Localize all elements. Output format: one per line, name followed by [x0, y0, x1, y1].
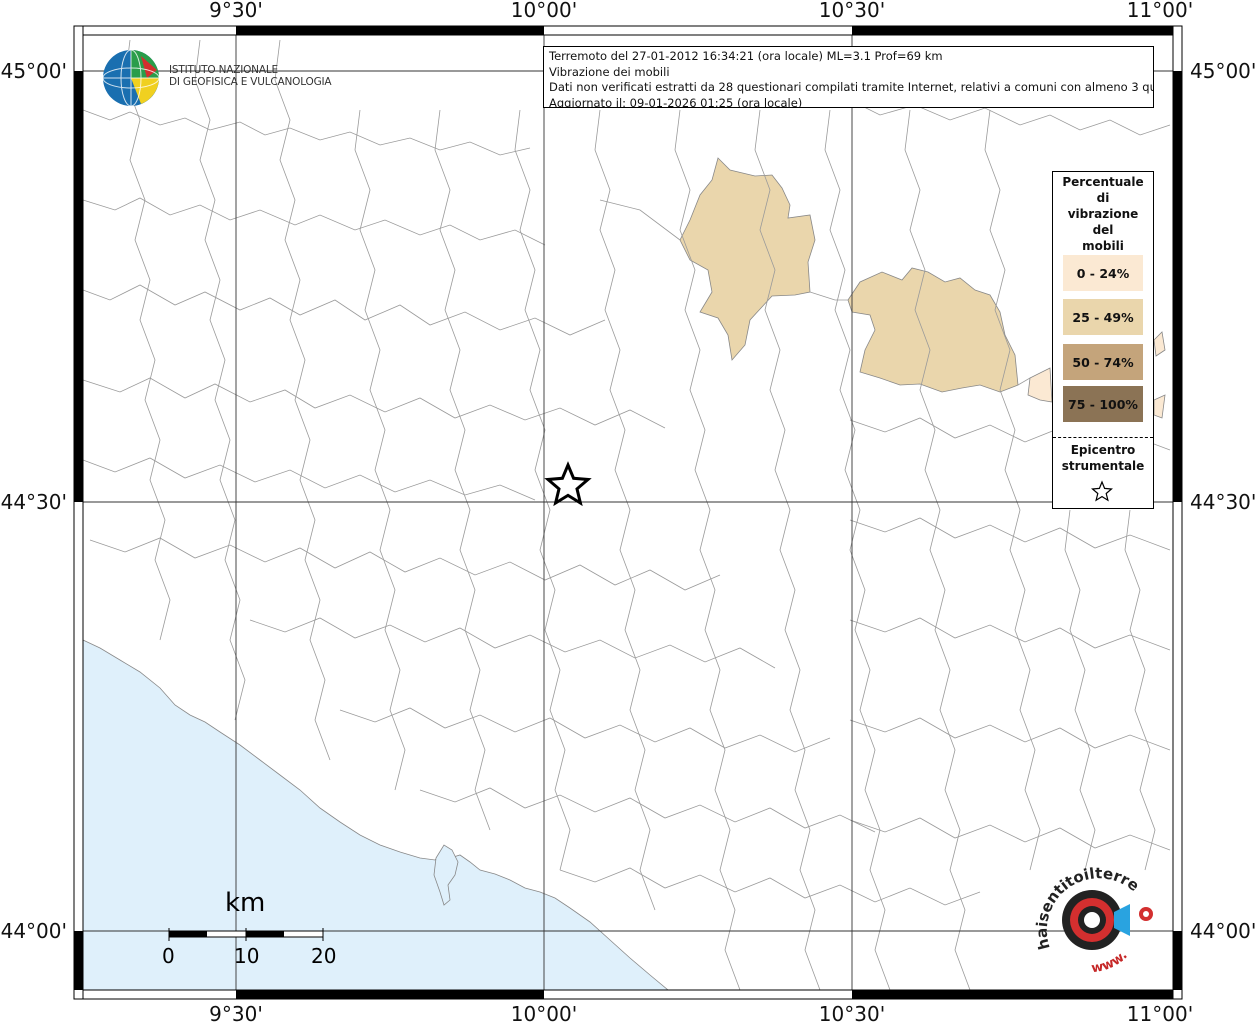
lon-label-bottom-1000: 10°00': [511, 1002, 577, 1024]
haisentito-logo-www: www.: [1090, 948, 1130, 976]
lon-label-bottom-930: 9°30': [209, 1002, 263, 1024]
legend-epicenter-line2: strumentale: [1061, 459, 1145, 473]
legend-title-line4: del: [1092, 223, 1114, 237]
lat-label-left-4400: 44°00': [1, 919, 67, 943]
legend-epicenter-title: Epicentro strumentale: [1053, 442, 1153, 474]
legend-class-0-24: 0 - 24%: [1063, 255, 1143, 291]
ingv-globe-icon: [102, 49, 160, 107]
legend-title-line3: vibrazione: [1067, 207, 1139, 221]
legend-class-50-74: 50 - 74%: [1063, 344, 1143, 380]
event-info-box: Terremoto del 27-01-2012 16:34:21 (ora l…: [543, 46, 1154, 108]
event-info-line2: Vibrazione dei mobili: [549, 64, 670, 79]
lon-label-top-1030: 10°30': [819, 0, 885, 22]
legend-separator: [1053, 437, 1153, 438]
legend-class-25-49: 25 - 49%: [1063, 299, 1143, 335]
legend-title-line2: di: [1096, 191, 1110, 205]
ingv-logo: ISTITUTO NAZIONALE DI GEOFISICA E VULCAN…: [101, 48, 332, 110]
haisentito-logo-icon: haisentitoilterremoto.it www.: [1022, 846, 1153, 976]
legend-class-label: 0 - 24%: [1076, 265, 1130, 281]
ingv-logo-text: ISTITUTO NAZIONALE DI GEOFISICA E VULCAN…: [169, 64, 332, 88]
haisentito-logo: haisentitoilterremoto.it www.: [1022, 846, 1160, 980]
legend-epicenter-line1: Epicentro: [1070, 443, 1136, 457]
scale-tick-0: 0: [162, 944, 175, 968]
scale-tick-10: 10: [234, 944, 260, 968]
legend-class-label: 25 - 49%: [1072, 309, 1134, 325]
ingv-logo-line1: ISTITUTO NAZIONALE: [169, 64, 278, 76]
scale-unit-label: km: [225, 888, 266, 918]
lat-label-right-4500: 45°00': [1190, 59, 1255, 83]
lon-label-bottom-1030: 10°30': [819, 1002, 885, 1024]
lon-label-top-930: 9°30': [209, 0, 263, 22]
legend-class-75-100: 75 - 100%: [1063, 386, 1143, 422]
lat-label-left-4430: 44°30': [1, 490, 67, 514]
svg-text:www.: www.: [1090, 948, 1130, 976]
legend-title: Percentuale di vibrazione del mobili: [1053, 174, 1153, 254]
lat-label-left-4500: 45°00': [1, 59, 67, 83]
lon-label-top-1000: 10°00': [511, 0, 577, 22]
lon-label-top-1100: 11°00': [1127, 0, 1193, 22]
legend-epicenter-symbol: [1053, 480, 1153, 502]
event-info-line1: Terremoto del 27-01-2012 16:34:21 (ora l…: [549, 49, 943, 63]
lon-label-bottom-1100: 11°00': [1127, 1002, 1193, 1024]
legend-star-icon: [1091, 480, 1113, 502]
ingv-logo-line2: DI GEOFISICA E VULCANOLOGIA: [169, 76, 332, 88]
lat-label-right-4430: 44°30': [1190, 490, 1255, 514]
legend-title-line5: mobili: [1082, 239, 1124, 253]
legend: Percentuale di vibrazione del mobili 0 -…: [1052, 171, 1154, 509]
legend-class-label: 75 - 100%: [1068, 396, 1138, 412]
scale-tick-20: 20: [311, 944, 337, 968]
legend-class-label: 50 - 74%: [1072, 354, 1134, 370]
legend-title-line1: Percentuale: [1062, 175, 1144, 189]
event-info-line3: Dati non verificati estratti da 28 quest…: [549, 80, 1154, 94]
event-info-line4: Aggiornato il: 09-01-2026 01:25 (ora loc…: [549, 95, 803, 108]
lat-label-right-4400: 44°00': [1190, 919, 1255, 943]
